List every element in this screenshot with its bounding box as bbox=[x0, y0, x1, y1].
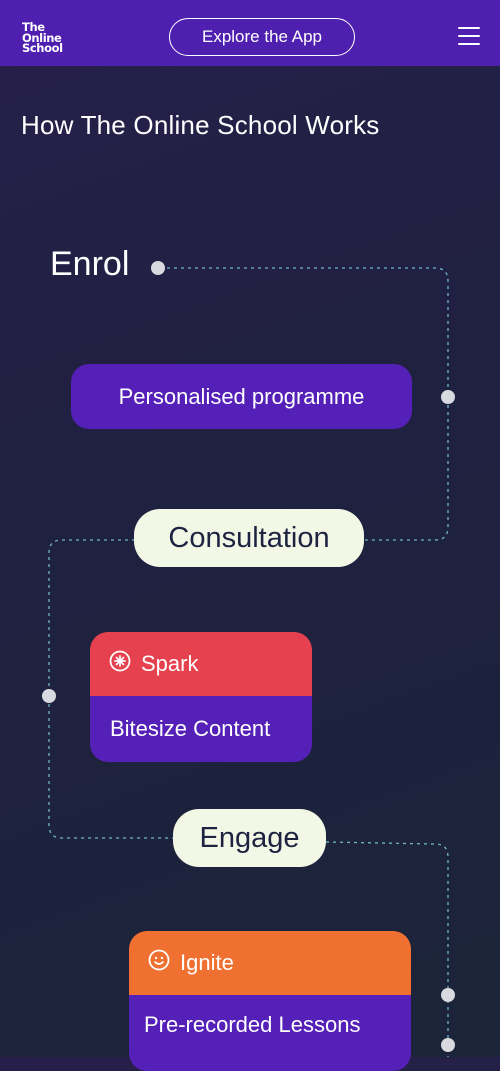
enrol-node-dot bbox=[151, 261, 165, 275]
personalised-programme-pill: Personalised programme bbox=[71, 364, 412, 429]
spark-node-dot bbox=[42, 689, 56, 703]
ignite-label: Ignite bbox=[180, 950, 234, 975]
spark-card: Spark Bitesize Content bbox=[90, 632, 312, 762]
ignite-card: Ignite Pre-recorded Lessons bbox=[129, 931, 411, 1071]
ignite-node-dot bbox=[441, 988, 455, 1002]
lessons-node-dot bbox=[441, 1038, 455, 1052]
personalised-node-dot bbox=[441, 390, 455, 404]
bitesize-content-label: Bitesize Content bbox=[90, 696, 312, 762]
step-enrol: Enrol bbox=[50, 245, 130, 283]
engage-pill: Engage bbox=[173, 809, 326, 867]
spark-icon bbox=[109, 650, 131, 678]
pre-recorded-lessons-label: Pre-recorded Lessons bbox=[129, 995, 411, 1071]
ignite-card-header: Ignite bbox=[129, 931, 411, 995]
smiley-icon bbox=[148, 949, 170, 977]
spark-card-header: Spark bbox=[90, 632, 312, 696]
spark-label: Spark bbox=[141, 651, 199, 676]
consultation-pill: Consultation bbox=[134, 509, 364, 567]
